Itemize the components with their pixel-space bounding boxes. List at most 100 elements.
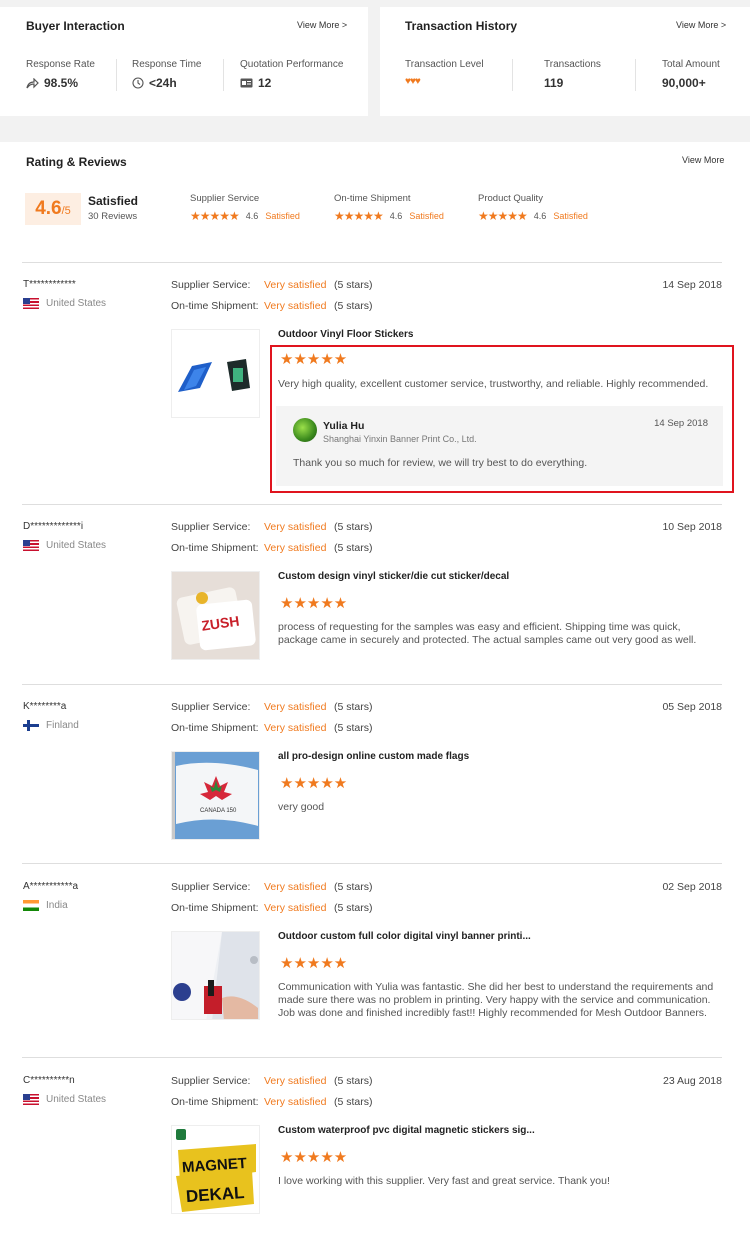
buyer-country: Finland xyxy=(23,720,79,731)
buyer-name: T************ xyxy=(23,279,76,290)
response-rate-value: 98.5% xyxy=(44,76,79,90)
line-value: Very satisfied xyxy=(264,279,327,291)
product-thumbnail[interactable]: MAGNET DEKAL xyxy=(171,1125,260,1214)
rating-stars: ★★★★★ xyxy=(280,1149,348,1166)
us-flag-icon xyxy=(23,1094,39,1105)
review-date: 14 Sep 2018 xyxy=(662,279,722,291)
review-text: very good xyxy=(278,801,325,813)
supplier-service-line: Supplier Service: Very satisfied (5 stars) xyxy=(171,701,373,713)
line-label: On-time Shipment: xyxy=(171,300,259,312)
line-stars: (5 stars) xyxy=(334,1075,373,1087)
product-title-link[interactable]: Custom design vinyl sticker/die cut stic… xyxy=(278,571,509,582)
rating-reviews-card: Rating & Reviews View More 4.6 /5 Satisf… xyxy=(0,142,750,262)
reply-company: Shanghai Yinxin Banner Print Co., Ltd. xyxy=(323,434,477,444)
die-cut-sticker-image: ZUSH xyxy=(172,572,259,659)
vinyl-banner-image xyxy=(172,932,259,1019)
buyer-interaction-view-more-link[interactable]: View More > xyxy=(297,20,347,30)
transaction-level-label: Transaction Level xyxy=(405,59,484,70)
total-amount-stat: Total Amount 90,000+ xyxy=(662,59,720,90)
line-label: Supplier Service: xyxy=(171,521,251,533)
star-icon: ★★★★★ xyxy=(190,209,240,223)
buyer-name: K********a xyxy=(23,701,67,712)
line-stars: (5 stars) xyxy=(334,521,373,533)
quotation-performance-label: Quotation Performance xyxy=(240,59,344,70)
product-title-link[interactable]: Outdoor custom full color digital vinyl … xyxy=(278,931,531,942)
line-stars: (5 stars) xyxy=(334,722,373,734)
line-value: Very satisfied xyxy=(264,300,327,312)
ontime-shipment-line: On-time Shipment: Very satisfied (5 stars) xyxy=(171,542,373,554)
review-text: process of requesting for the samples wa… xyxy=(278,621,697,646)
quotation-performance-stat: Quotation Performance 12 xyxy=(240,59,343,90)
ontime-shipment-line: On-time Shipment: Very satisfied (5 stars) xyxy=(171,1096,373,1108)
buyer-country: United States xyxy=(23,1094,106,1105)
rating-category-label: Product Quality xyxy=(478,193,543,204)
review-text: I love working with this supplier. Very … xyxy=(278,1175,610,1187)
response-time-label: Response Time xyxy=(132,59,202,70)
product-thumbnail[interactable] xyxy=(171,931,260,1020)
line-value: Very satisfied xyxy=(264,722,327,734)
line-value: Very satisfied xyxy=(264,902,327,914)
star-icon: ★★★★★ xyxy=(478,209,528,223)
review-date: 05 Sep 2018 xyxy=(662,701,722,713)
line-stars: (5 stars) xyxy=(334,1096,373,1108)
line-value: Very satisfied xyxy=(264,1096,327,1108)
overall-score: 4.6 xyxy=(35,198,62,219)
ontime-shipment-line: On-time Shipment: Very satisfied (5 stars) xyxy=(171,902,373,914)
country-name: India xyxy=(46,900,68,911)
share-arrow-icon xyxy=(26,77,39,88)
avatar xyxy=(293,418,317,442)
rating-status: Satisfied xyxy=(553,211,588,221)
supplier-service-line: Supplier Service: Very satisfied (5 stars) xyxy=(171,521,373,533)
review-text: Very high quality, excellent customer se… xyxy=(278,378,709,390)
ontime-shipment-line: On-time Shipment: Very satisfied (5 stars) xyxy=(171,300,373,312)
rating-reviews-title: Rating & Reviews xyxy=(26,155,127,169)
buyer-country: India xyxy=(23,900,68,911)
magnetic-sticker-image: MAGNET DEKAL xyxy=(172,1126,259,1213)
country-name: Finland xyxy=(46,720,79,731)
product-title-link[interactable]: Custom waterproof pvc digital magnetic s… xyxy=(278,1125,535,1136)
response-time-value: <24h xyxy=(149,76,177,90)
finland-flag-icon xyxy=(23,720,39,731)
product-thumbnail[interactable]: CANADA 150 xyxy=(171,751,260,840)
product-title-link[interactable]: Outdoor Vinyl Floor Stickers xyxy=(278,329,413,340)
product-title-link[interactable]: all pro-design online custom made flags xyxy=(278,751,469,762)
buyer-interaction-card: Buyer Interaction View More > Response R… xyxy=(0,7,368,116)
transactions-value: 119 xyxy=(544,76,564,90)
country-name: United States xyxy=(46,540,107,551)
review-date: 02 Sep 2018 xyxy=(662,881,722,893)
product-thumbnail[interactable]: ZUSH xyxy=(171,571,260,660)
line-label: Supplier Service: xyxy=(171,701,251,713)
rating-reviews-view-more-link[interactable]: View More xyxy=(682,155,724,165)
line-value: Very satisfied xyxy=(264,542,327,554)
line-stars: (5 stars) xyxy=(334,300,373,312)
reply-text: Thank you so much for review, we will tr… xyxy=(293,457,588,469)
line-stars: (5 stars) xyxy=(334,701,373,713)
divider xyxy=(223,59,224,91)
line-value: Very satisfied xyxy=(264,701,327,713)
supplier-service-line: Supplier Service: Very satisfied (5 stars) xyxy=(171,1075,373,1087)
rating-value: 4.6 xyxy=(245,211,259,221)
line-label: Supplier Service: xyxy=(171,1075,251,1087)
rating-category-label: On-time Shipment xyxy=(334,193,411,204)
line-stars: (5 stars) xyxy=(334,279,373,291)
product-thumbnail[interactable] xyxy=(171,329,260,418)
transaction-history-view-more-link[interactable]: View More > xyxy=(676,20,726,30)
line-label: On-time Shipment: xyxy=(171,902,259,914)
clock-icon xyxy=(132,77,144,89)
line-label: Supplier Service: xyxy=(171,279,251,291)
line-stars: (5 stars) xyxy=(334,881,373,893)
transactions-stat: Transactions 119 xyxy=(544,59,601,90)
line-stars: (5 stars) xyxy=(334,542,373,554)
floor-sticker-image xyxy=(178,359,250,392)
buyer-interaction-title: Buyer Interaction xyxy=(26,19,125,33)
reply-author: Yulia Hu xyxy=(323,420,365,432)
rating-status: Satisfied xyxy=(265,211,300,221)
star-icon: ★★★★★ xyxy=(334,209,384,223)
transaction-history-card: Transaction History View More > Transact… xyxy=(380,7,750,116)
line-value: Very satisfied xyxy=(264,1075,327,1087)
overall-summary: Satisfied xyxy=(88,194,139,208)
line-label: On-time Shipment: xyxy=(171,722,259,734)
buyer-name: C**********n xyxy=(23,1075,75,1086)
buyer-name: D*************i xyxy=(23,521,84,532)
ontime-shipment-line: On-time Shipment: Very satisfied (5 stars) xyxy=(171,722,373,734)
